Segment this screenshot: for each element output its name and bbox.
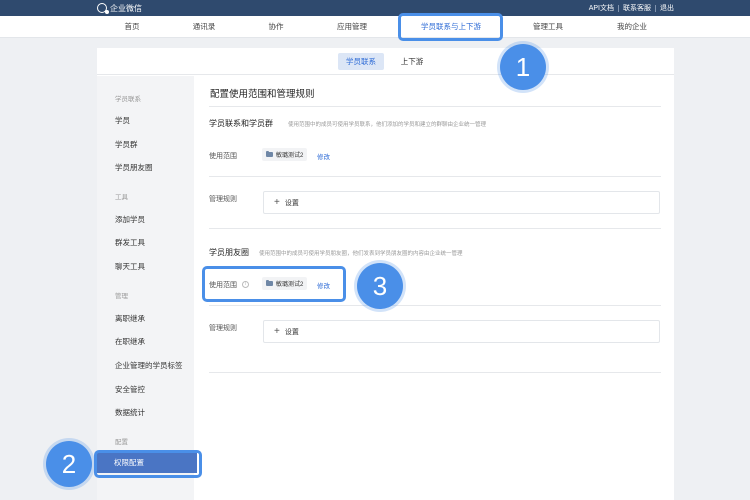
step-badge-1: 1	[500, 44, 546, 90]
sidebar-item-add-customer[interactable]: 添加学员	[115, 214, 145, 225]
divider	[209, 176, 661, 177]
logo[interactable]: 企业微信	[97, 2, 142, 14]
section-title: 学员朋友圈	[209, 248, 249, 257]
section-description: 使用范围中的成员可使用学员朋友圈，他们发表到学员朋友圈的内容由企业统一管理	[259, 251, 463, 257]
rules-settings-button[interactable]: + 设置	[263, 320, 660, 343]
scope-member-name: 敏璐测试2	[276, 153, 304, 159]
settings-content: 配置使用范围和管理规则 学员联系和学员群 使用范围中的成员可使用学员联系，他们添…	[209, 0, 661, 500]
section-title: 学员联系和学员群	[209, 119, 273, 128]
divider	[209, 372, 661, 373]
step-badge-3: 3	[357, 263, 403, 309]
section-description: 使用范围中的成员可使用学员联系，他们添加的学员和建立的群聊由企业统一管理	[288, 122, 487, 128]
highlight-frame	[94, 450, 202, 478]
plus-icon: +	[274, 325, 280, 337]
step-badge-2: 2	[46, 441, 92, 487]
logo-text: 企业微信	[110, 3, 142, 13]
plus-icon: +	[274, 196, 280, 208]
highlight-frame	[398, 13, 503, 41]
divider	[209, 305, 661, 306]
edit-scope-link[interactable]: 修改	[317, 151, 330, 161]
highlight-frame	[202, 266, 346, 302]
sidebar-item-customer-groups[interactable]: 学员群	[115, 139, 138, 150]
sidebar-item-resigned-transfer[interactable]: 离职继承	[115, 313, 145, 324]
sidebar-group-title: 配置	[115, 439, 128, 446]
sidebar-item-moments[interactable]: 学员朋友圈	[115, 162, 153, 173]
page-title: 配置使用范围和管理规则	[210, 89, 315, 100]
sidebar-group-title: 学员联系	[115, 96, 141, 103]
wecom-logo-icon	[97, 3, 109, 14]
sidebar-group-title: 管理	[115, 293, 128, 300]
sidebar-group-title: 工具	[115, 194, 128, 201]
settings-label: 设置	[284, 328, 299, 336]
sidebar: 学员联系 学员 学员群 学员朋友圈 工具 添加学员 群发工具 聊天工具 管理 离…	[97, 76, 197, 500]
sidebar-item-customers[interactable]: 学员	[115, 115, 130, 126]
rules-settings-button[interactable]: + 设置	[263, 191, 660, 214]
divider	[209, 228, 661, 229]
sidebar-item-security[interactable]: 安全管控	[115, 384, 145, 395]
sidebar-item-chat-tools[interactable]: 聊天工具	[115, 261, 145, 272]
folder-icon	[266, 150, 273, 157]
sidebar-item-onjob-transfer[interactable]: 在职继承	[115, 336, 145, 347]
rules-label: 管理规则	[209, 325, 237, 332]
sidebar-item-customer-tags[interactable]: 企业管理的学员标签	[115, 360, 183, 371]
logout-link[interactable]: 退出	[660, 3, 674, 13]
nav-home[interactable]: 首页	[125, 16, 140, 38]
scope-member-chip: 敏璐测试2	[262, 148, 308, 161]
scope-label: 使用范围	[209, 153, 237, 160]
rules-label: 管理规则	[209, 196, 237, 203]
divider	[209, 106, 661, 107]
sidebar-item-statistics[interactable]: 数据统计	[115, 407, 145, 418]
sidebar-item-mass-send[interactable]: 群发工具	[115, 237, 145, 248]
settings-label: 设置	[284, 199, 299, 207]
